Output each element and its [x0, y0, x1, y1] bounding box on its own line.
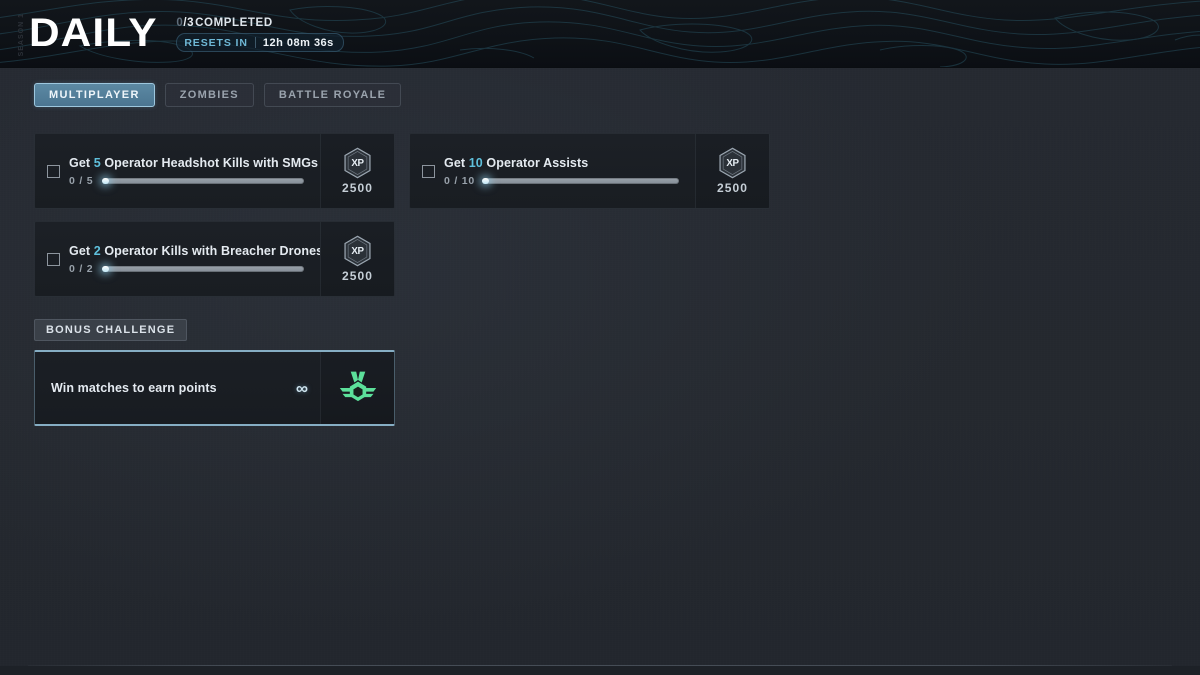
resets-timer-pill: RESETS IN 12h 08m 36s	[176, 33, 344, 52]
challenge-progress-count: 0 / 2	[69, 263, 94, 275]
challenge-title-suffix: Operator Assists	[482, 156, 589, 170]
mode-tab-bar: MULTIPLAYER ZOMBIES BATTLE ROYALE	[0, 68, 1200, 107]
challenge-card-body: Get 5 Operator Headshot Kills with SMGs …	[35, 134, 320, 208]
challenge-card-body: Get 2 Operator Kills with Breacher Drone…	[35, 222, 324, 296]
challenge-progress-bar	[102, 266, 304, 272]
challenge-title-prefix: Get	[69, 244, 94, 258]
season-side-label: SEASON 1	[18, 12, 25, 57]
bonus-card-body: Win matches to earn points ∞	[35, 352, 320, 424]
challenge-title-prefix: Get	[69, 156, 94, 170]
resets-divider	[254, 37, 256, 48]
infinity-icon: ∞	[295, 378, 308, 398]
challenge-text: Get 10 Operator Assists 0 / 10	[444, 156, 695, 187]
challenge-reward: XP 2500	[320, 222, 394, 296]
challenge-reward: XP 2500	[320, 134, 394, 208]
challenge-checkbox[interactable]	[47, 252, 60, 266]
xp-hex-icon: XP	[719, 147, 746, 179]
tab-zombies[interactable]: ZOMBIES	[164, 83, 254, 107]
challenge-checkbox[interactable]	[422, 164, 435, 178]
header-meta: 0/3COMPLETED RESETS IN 12h 08m 36s	[176, 17, 344, 52]
challenge-reward: XP 2500	[695, 134, 769, 208]
challenge-progress-count: 0 / 5	[69, 175, 94, 187]
challenge-title-prefix: Get	[444, 156, 469, 170]
completed-total-count: 3	[187, 17, 195, 29]
challenge-progress: 0 / 2	[69, 263, 320, 275]
challenge-progress: 0 / 10	[444, 175, 695, 187]
bonus-reward	[320, 352, 394, 424]
challenge-list: Get 5 Operator Headshot Kills with SMGs …	[34, 133, 774, 297]
tab-multiplayer[interactable]: MULTIPLAYER	[34, 83, 155, 107]
svg-text:XP: XP	[351, 246, 364, 257]
challenge-progress-fill	[482, 178, 490, 184]
bonus-challenge-label: BONUS CHALLENGE	[34, 319, 188, 341]
resets-in-label: RESETS IN	[184, 36, 248, 49]
page-header: SEASON 1 DAILY 0/3COMPLETED RESETS IN 12…	[0, 0, 1200, 68]
challenge-progress-bar	[482, 178, 679, 184]
page-title: DAILY	[29, 10, 158, 55]
tab-battle-royale[interactable]: BATTLE ROYALE	[263, 83, 402, 107]
challenge-progress-count: 0 / 10	[444, 175, 476, 187]
xp-hex-icon: XP	[344, 235, 371, 267]
medal-icon	[339, 371, 376, 402]
bonus-challenge-card[interactable]: Win matches to earn points ∞	[34, 350, 395, 426]
challenge-title-suffix: Operator Headshot Kills with SMGs	[100, 156, 319, 170]
challenge-reward-amount: 2500	[341, 269, 374, 283]
completed-counter: 0/3COMPLETED	[176, 17, 343, 29]
challenge-card[interactable]: Get 5 Operator Headshot Kills with SMGs …	[34, 133, 395, 209]
header-content: SEASON 1 DAILY 0/3COMPLETED RESETS IN 12…	[0, 0, 1200, 67]
challenge-card[interactable]: Get 2 Operator Kills with Breacher Drone…	[34, 221, 395, 297]
completed-label: COMPLETED	[195, 17, 273, 29]
challenge-title: Get 5 Operator Headshot Kills with SMGs	[69, 156, 320, 170]
challenge-reward-amount: 2500	[716, 181, 749, 195]
challenge-progress: 0 / 5	[69, 175, 320, 187]
bonus-challenge-section: BONUS CHALLENGE Win matches to earn poin…	[34, 319, 395, 426]
challenge-title: Get 10 Operator Assists	[444, 156, 695, 170]
challenge-title-target: 5	[93, 156, 101, 170]
footer-band	[0, 666, 1200, 675]
challenge-text: Get 2 Operator Kills with Breacher Drone…	[69, 244, 324, 275]
challenge-progress-bar	[102, 178, 304, 184]
challenge-progress-fill	[102, 266, 109, 272]
challenge-text: Get 5 Operator Headshot Kills with SMGs …	[69, 156, 320, 187]
svg-text:XP: XP	[726, 158, 739, 169]
challenge-card[interactable]: Get 10 Operator Assists 0 / 10 XP 2500	[409, 133, 770, 209]
resets-countdown-value: 12h 08m 36s	[262, 36, 334, 49]
challenge-progress-fill	[102, 178, 109, 184]
bonus-challenge-title: Win matches to earn points	[51, 381, 217, 395]
challenge-title-target: 10	[468, 156, 483, 170]
challenge-title: Get 2 Operator Kills with Breacher Drone…	[69, 244, 324, 258]
challenge-reward-amount: 2500	[341, 181, 374, 195]
challenge-title-target: 2	[93, 244, 101, 258]
svg-text:XP: XP	[351, 158, 364, 169]
challenge-checkbox[interactable]	[47, 164, 60, 178]
challenge-card-body: Get 10 Operator Assists 0 / 10	[410, 134, 695, 208]
daily-challenges-screen: SEASON 1 DAILY 0/3COMPLETED RESETS IN 12…	[0, 0, 1200, 675]
challenge-title-suffix: Operator Kills with Breacher Drones	[100, 244, 324, 258]
xp-hex-icon: XP	[344, 147, 371, 179]
